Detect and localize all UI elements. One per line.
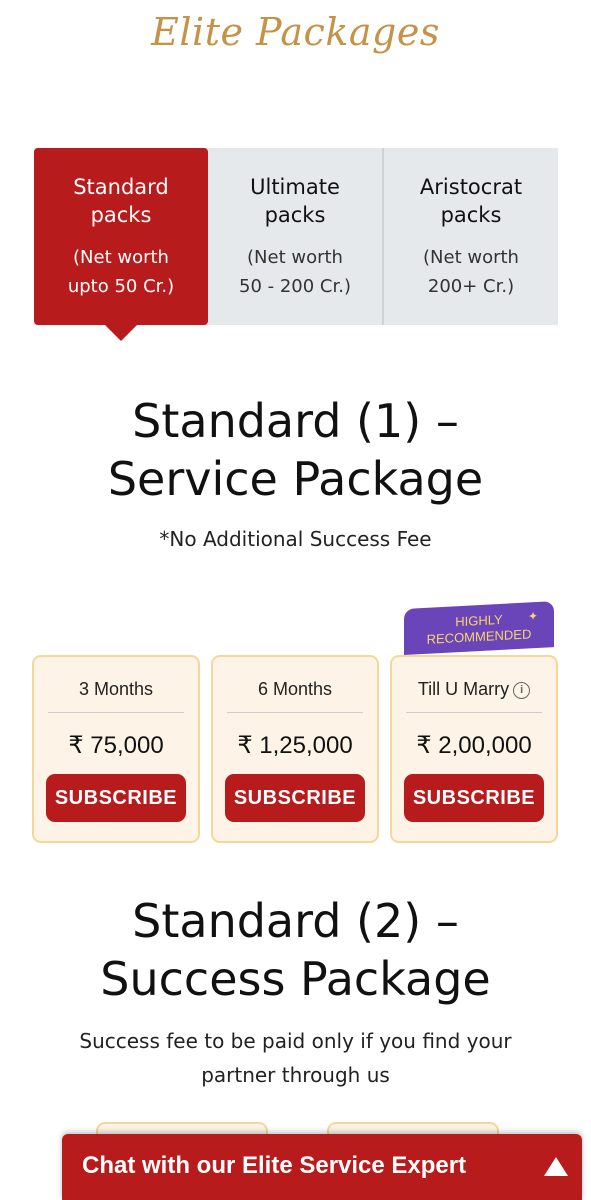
plan-price: ₹ 1,25,000 bbox=[237, 732, 353, 759]
highly-recommended-ribbon: HIGHLY RECOMMENDED ✦ bbox=[404, 601, 554, 655]
subscribe-button[interactable]: SUBSCRIBE bbox=[404, 774, 544, 822]
tab-networth: (Net worth 50 - 200 Cr.) bbox=[239, 247, 351, 297]
plan-name: 3 Months bbox=[78, 679, 154, 699]
info-icon[interactable]: i bbox=[513, 681, 531, 699]
tab-label: Standard packs bbox=[73, 175, 169, 227]
tab-ultimate-packs[interactable]: Ultimate packs (Net worth 50 - 200 Cr.) bbox=[208, 148, 382, 325]
sparkle-icon: ✦ bbox=[527, 608, 538, 624]
plan-divider bbox=[227, 712, 363, 713]
plan-cards: 3 Months ₹ 75,000 SUBSCRIBE 6 Months ₹ 1… bbox=[32, 655, 558, 843]
plan-card-6-months: 6 Months ₹ 1,25,000 SUBSCRIBE bbox=[211, 655, 379, 843]
plan-card-till-u-marry: Till U Marry i ₹ 2,00,000 SUBSCRIBE bbox=[390, 655, 558, 843]
chat-label: Chat with our Elite Service Expert bbox=[82, 1152, 467, 1179]
tab-networth: (Net worth 200+ Cr.) bbox=[423, 247, 519, 297]
tab-networth: (Net worth upto 50 Cr.) bbox=[67, 247, 175, 297]
subscribe-button[interactable]: SUBSCRIBE bbox=[225, 774, 365, 822]
section2-heading: Standard (2) – Success Package bbox=[100, 894, 491, 1006]
active-tab-pointer bbox=[105, 325, 137, 341]
plan-price: ₹ 2,00,000 bbox=[416, 732, 532, 759]
tab-standard-packs[interactable]: Standard packs (Net worth upto 50 Cr.) bbox=[34, 148, 208, 341]
plan-name: 6 Months bbox=[257, 679, 333, 699]
plan-divider bbox=[48, 712, 184, 713]
page-title: Elite Packages bbox=[151, 10, 440, 54]
section1-heading: Standard (1) – Service Package bbox=[107, 394, 484, 506]
tab-label: Ultimate packs bbox=[250, 175, 340, 227]
plan-card-3-months: 3 Months ₹ 75,000 SUBSCRIBE bbox=[32, 655, 200, 843]
subscribe-button[interactable]: SUBSCRIBE bbox=[46, 774, 186, 822]
plan-divider bbox=[406, 712, 542, 713]
chevron-up-icon[interactable] bbox=[544, 1157, 568, 1176]
plan-name: Till U Marry i bbox=[392, 679, 556, 700]
section1-note: *No Additional Success Fee bbox=[159, 527, 432, 551]
chat-with-expert-bar[interactable]: Chat with our Elite Service Expert bbox=[62, 1134, 582, 1200]
tab-label: Aristocrat packs bbox=[419, 175, 523, 227]
package-tabs: Standard packs (Net worth upto 50 Cr.) Ult… bbox=[34, 148, 558, 341]
section2-description: Success fee to be paid only if you find … bbox=[79, 1029, 512, 1087]
tab-aristocrat-packs[interactable]: Aristocrat packs (Net worth 200+ Cr.) bbox=[382, 148, 558, 325]
plan-price: ₹ 75,000 bbox=[68, 732, 164, 759]
